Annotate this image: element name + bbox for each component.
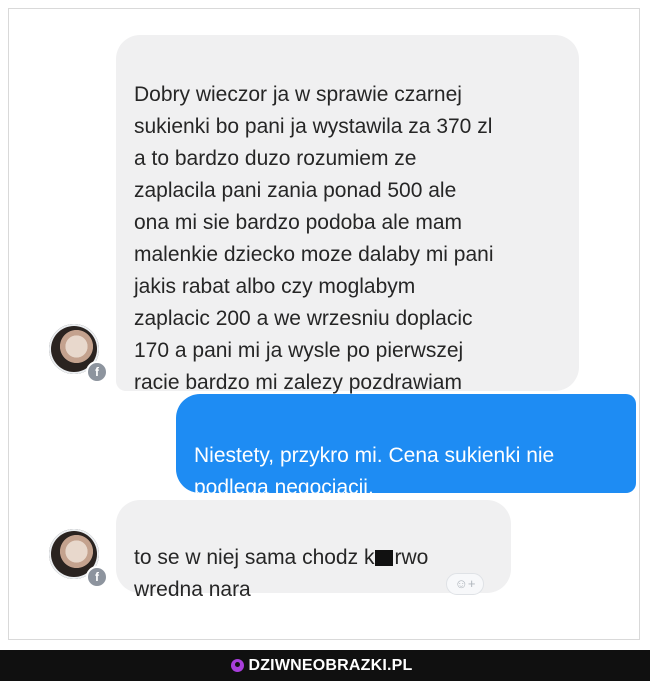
- facebook-badge-icon: f: [86, 566, 108, 588]
- message-text: Niestety, przykro mi. Cena sukienki nie …: [194, 444, 555, 499]
- outgoing-message-bubble[interactable]: Niestety, przykro mi. Cena sukienki nie …: [176, 394, 636, 499]
- emoji-reaction-icon[interactable]: ☺+: [446, 573, 484, 595]
- redaction-block: [375, 550, 394, 566]
- site-logo[interactable]: DZIWNEOBRAZKI.PL: [231, 657, 412, 675]
- footer-bar: DZIWNEOBRAZKI.PL: [0, 650, 650, 681]
- facebook-badge-icon: f: [86, 361, 108, 383]
- logo-icon: [231, 659, 245, 672]
- incoming-message-bubble[interactable]: Dobry wieczor ja w sprawie czarnej sukie…: [116, 35, 579, 394]
- chat-thread: Dobry wieczor ja w sprawie czarnej sukie…: [33, 21, 639, 611]
- message-text-start: to se w niej sama chodz k: [134, 546, 375, 569]
- screenshot-frame: Dobry wieczor ja w sprawie czarnej sukie…: [8, 8, 640, 640]
- logo-text: DZIWNEOBRAZKI.PL: [248, 656, 413, 674]
- message-text: Dobry wieczor ja w sprawie czarnej sukie…: [134, 83, 494, 394]
